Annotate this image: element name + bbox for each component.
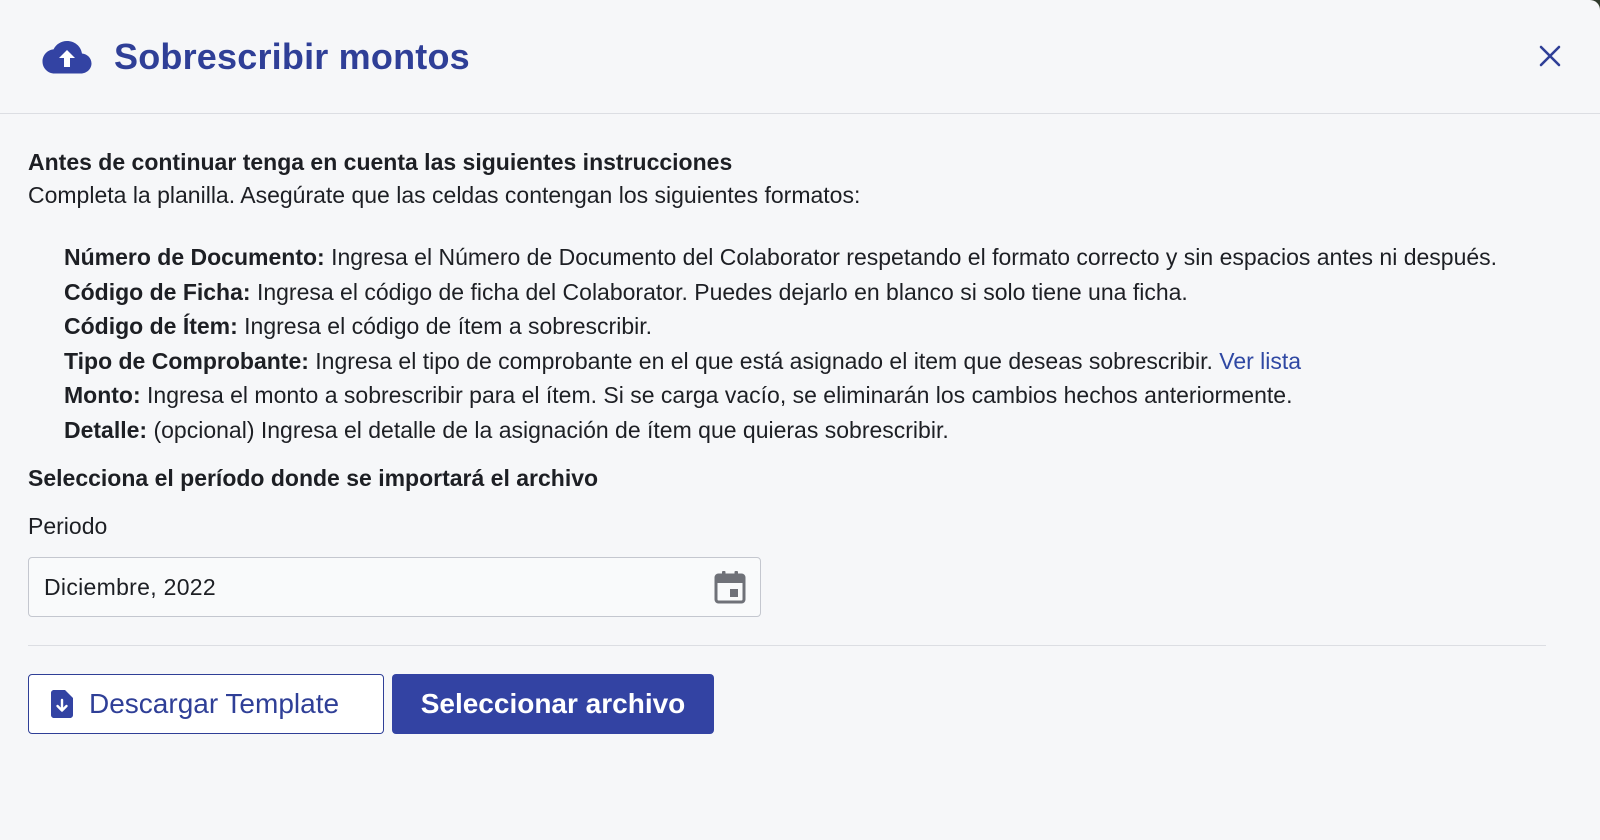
calendar-icon[interactable] <box>712 569 748 605</box>
period-date-field <box>28 557 761 617</box>
field-text: Ingresa el Número de Documento del Colab… <box>324 244 1498 270</box>
download-template-label: Descargar Template <box>89 688 340 719</box>
cloud-upload-icon <box>42 39 92 75</box>
close-icon <box>1539 45 1561 67</box>
list-item: Número de Documento: Ingresa el Número d… <box>64 240 1572 275</box>
modal-actions: Descargar Template Seleccionar archivo <box>28 674 1572 734</box>
field-text: Ingresa el monto a sobrescribir para el … <box>140 382 1293 408</box>
instructions-intro: Completa la planilla. Asegúrate que las … <box>28 182 861 208</box>
period-input[interactable] <box>44 573 712 601</box>
field-label-monto: Monto: <box>64 382 141 408</box>
download-template-button[interactable]: Descargar Template <box>28 674 384 734</box>
modal-header: Sobrescribir montos <box>0 0 1600 114</box>
format-list: Número de Documento: Ingresa el Número d… <box>28 240 1572 447</box>
list-item: Código de Ítem: Ingresa el código de íte… <box>64 309 1572 344</box>
modal-body: Antes de continuar tenga en cuenta las s… <box>0 114 1600 734</box>
field-text: (opcional) Ingresa el detalle de la asig… <box>147 416 949 443</box>
list-item: Monto: Ingresa el monto a sobrescribir p… <box>64 378 1572 413</box>
list-item: Detalle: (opcional) Ingresa el detalle d… <box>64 413 1572 448</box>
field-label-numero-documento: Número de Documento: <box>64 244 325 270</box>
ver-lista-link[interactable]: Ver lista <box>1219 348 1301 374</box>
select-file-button[interactable]: Seleccionar archivo <box>392 674 714 734</box>
list-item: Tipo de Comprobante: Ingresa el tipo de … <box>64 344 1572 379</box>
field-text: Ingresa el código de ficha del Colaborat… <box>250 278 1188 305</box>
field-label-codigo-item: Código de Ítem: <box>64 313 238 339</box>
file-download-icon <box>49 688 75 720</box>
period-label: Periodo <box>28 513 108 539</box>
close-button[interactable] <box>1534 40 1566 72</box>
field-text: Ingresa el código de ítem a sobrescribir… <box>237 313 652 339</box>
field-text: Ingresa el tipo de comprobante en el que… <box>308 347 1220 374</box>
list-item: Código de Ficha: Ingresa el código de fi… <box>64 275 1572 310</box>
upload-modal: Sobrescribir montos Antes de continuar t… <box>0 0 1600 840</box>
field-label-detalle: Detalle: <box>64 416 148 443</box>
field-label-tipo-comprobante: Tipo de Comprobante: <box>64 347 309 374</box>
field-label-codigo-ficha: Código de Ficha: <box>64 278 251 305</box>
instructions-heading: Antes de continuar tenga en cuenta las s… <box>28 149 733 175</box>
modal-title: Sobrescribir montos <box>114 35 470 77</box>
period-heading: Selecciona el período donde se importará… <box>28 465 599 491</box>
divider <box>28 645 1546 646</box>
